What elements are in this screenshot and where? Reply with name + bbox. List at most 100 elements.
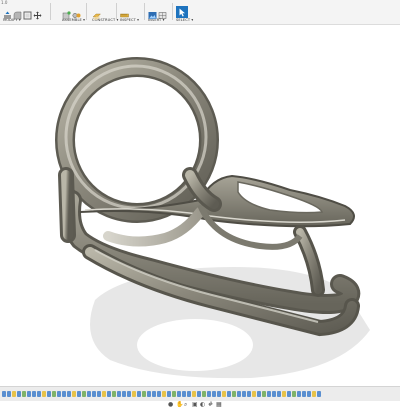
timeline-feature-icon[interactable] xyxy=(262,391,266,397)
toolbar-separator xyxy=(172,3,173,20)
timeline xyxy=(0,386,400,401)
timeline-feature-icon[interactable] xyxy=(167,391,171,397)
timeline-feature-icon[interactable] xyxy=(172,391,176,397)
timeline-feature-icon[interactable] xyxy=(267,391,271,397)
viewports-icon[interactable]: ▦ xyxy=(216,402,222,408)
timeline-feature-icon[interactable] xyxy=(42,391,46,397)
timeline-feature-icon[interactable] xyxy=(7,391,11,397)
model-render[interactable] xyxy=(0,25,400,380)
timeline-feature-icon[interactable] xyxy=(277,391,281,397)
timeline-feature-icon[interactable] xyxy=(282,391,286,397)
timeline-feature-icon[interactable] xyxy=(102,391,106,397)
insert-image-icon[interactable] xyxy=(148,5,157,19)
joint-icon[interactable] xyxy=(72,5,81,18)
timeline-feature-icon[interactable] xyxy=(227,391,231,397)
timeline-feature-icon[interactable] xyxy=(232,391,236,397)
timeline-feature-icon[interactable] xyxy=(182,391,186,397)
timeline-feature-icon[interactable] xyxy=(107,391,111,397)
canvas-viewport[interactable]: ● ✋ ⌕ ▣ ◐ # ▦ xyxy=(0,25,400,408)
zoom-icon[interactable]: ⌕ xyxy=(184,402,190,408)
timeline-feature-icon[interactable] xyxy=(152,391,156,397)
timeline-feature-icon[interactable] xyxy=(307,391,311,397)
timeline-feature-icon[interactable] xyxy=(242,391,246,397)
fit-icon[interactable]: ▣ xyxy=(192,402,198,408)
new-component-icon[interactable] xyxy=(62,5,71,19)
timeline-feature-icon[interactable] xyxy=(137,391,141,397)
timeline-feature-icon[interactable] xyxy=(112,391,116,397)
timeline-feature-icon[interactable] xyxy=(97,391,101,397)
toolbar-group-insert[interactable]: INSERT ▾ xyxy=(148,3,167,23)
toolbar-group-modify[interactable]: MODIFY ▾ xyxy=(3,3,42,23)
timeline-feature-icon[interactable] xyxy=(157,391,161,397)
timeline-feature-icon[interactable] xyxy=(27,391,31,397)
toolbar-separator xyxy=(116,3,117,20)
timeline-feature-icon[interactable] xyxy=(142,391,146,397)
timeline-feature-icon[interactable] xyxy=(52,391,56,397)
timeline-feature-icon[interactable] xyxy=(207,391,211,397)
timeline-feature-icon[interactable] xyxy=(82,391,86,397)
offset-plane-icon[interactable] xyxy=(92,5,101,19)
press-pull-icon[interactable] xyxy=(3,5,12,19)
timeline-feature-icon[interactable] xyxy=(202,391,206,397)
timeline-feature-icon[interactable] xyxy=(252,391,256,397)
ring-loop xyxy=(55,57,219,223)
timeline-feature-icon[interactable] xyxy=(177,391,181,397)
timeline-feature-icon[interactable] xyxy=(287,391,291,397)
timeline-feature-icon[interactable] xyxy=(297,391,301,397)
timeline-feature-icon[interactable] xyxy=(222,391,226,397)
timeline-feature-icon[interactable] xyxy=(292,391,296,397)
display-settings-icon[interactable]: ◐ xyxy=(200,402,206,408)
timeline-feature-icon[interactable] xyxy=(17,391,21,397)
timeline-feature-icon[interactable] xyxy=(127,391,131,397)
move-icon[interactable] xyxy=(33,5,42,19)
timeline-feature-icon[interactable] xyxy=(62,391,66,397)
select-icon[interactable] xyxy=(176,3,188,18)
toolbar-group-select-label: SELECT ▾ xyxy=(176,18,194,22)
timeline-feature-icon[interactable] xyxy=(212,391,216,397)
measure-icon[interactable] xyxy=(120,5,129,17)
toolbar: 1.0 MODIFY ▾ ASSEMBLE ▾ CONSTRUCT ▾ INSP… xyxy=(0,0,400,25)
toolbar-group-select[interactable]: SELECT ▾ xyxy=(176,3,193,23)
timeline-track xyxy=(2,390,347,398)
timeline-feature-icon[interactable] xyxy=(187,391,191,397)
orbit-icon[interactable]: ● xyxy=(168,402,174,408)
timeline-feature-icon[interactable] xyxy=(217,391,221,397)
insert-mesh-icon[interactable] xyxy=(158,5,167,19)
timeline-feature-icon[interactable] xyxy=(312,391,316,397)
timeline-feature-icon[interactable] xyxy=(192,391,196,397)
timeline-feature-icon[interactable] xyxy=(22,391,26,397)
timeline-feature-icon[interactable] xyxy=(147,391,151,397)
timeline-feature-icon[interactable] xyxy=(302,391,306,397)
timeline-feature-icon[interactable] xyxy=(92,391,96,397)
pan-icon[interactable]: ✋ xyxy=(176,402,183,408)
toolbar-group-assemble[interactable]: ASSEMBLE ▾ xyxy=(62,3,85,23)
timeline-feature-icon[interactable] xyxy=(132,391,136,397)
toolbar-group-construct[interactable]: CONSTRUCT ▾ xyxy=(92,3,118,23)
navigation-bar: ● ✋ ⌕ ▣ ◐ # ▦ xyxy=(168,401,222,409)
toolbar-group-inspect[interactable]: INSPECT ▾ xyxy=(120,3,139,23)
timeline-feature-icon[interactable] xyxy=(122,391,126,397)
timeline-feature-icon[interactable] xyxy=(72,391,76,397)
timeline-feature-icon[interactable] xyxy=(317,391,321,397)
toolbar-separator xyxy=(144,3,145,20)
timeline-feature-icon[interactable] xyxy=(67,391,71,397)
shell-icon[interactable] xyxy=(23,5,32,19)
timeline-feature-icon[interactable] xyxy=(2,391,6,397)
timeline-feature-icon[interactable] xyxy=(257,391,261,397)
fillet-icon[interactable] xyxy=(13,5,22,19)
timeline-feature-icon[interactable] xyxy=(237,391,241,397)
toolbar-separator xyxy=(86,3,87,20)
timeline-feature-icon[interactable] xyxy=(162,391,166,397)
timeline-feature-icon[interactable] xyxy=(47,391,51,397)
timeline-feature-icon[interactable] xyxy=(37,391,41,397)
timeline-feature-icon[interactable] xyxy=(272,391,276,397)
timeline-feature-icon[interactable] xyxy=(57,391,61,397)
timeline-feature-icon[interactable] xyxy=(247,391,251,397)
timeline-feature-icon[interactable] xyxy=(32,391,36,397)
timeline-feature-icon[interactable] xyxy=(197,391,201,397)
timeline-feature-icon[interactable] xyxy=(117,391,121,397)
timeline-feature-icon[interactable] xyxy=(12,391,16,397)
grid-icon[interactable]: # xyxy=(208,402,214,408)
timeline-feature-icon[interactable] xyxy=(77,391,81,397)
timeline-feature-icon[interactable] xyxy=(87,391,91,397)
